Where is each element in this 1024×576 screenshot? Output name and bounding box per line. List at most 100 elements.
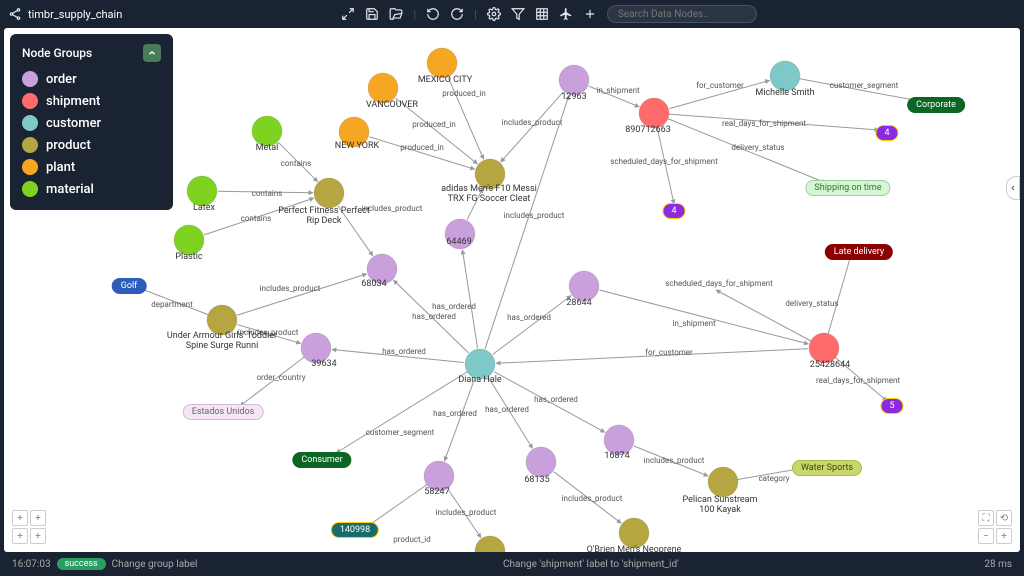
edge-label: contains bbox=[252, 189, 283, 198]
graph-node[interactable] bbox=[314, 178, 344, 208]
value-badge: 4 bbox=[662, 203, 685, 219]
node-label: Perfect Fitness Perfect bbox=[278, 206, 370, 216]
graph-node[interactable] bbox=[187, 176, 217, 206]
graph-node[interactable] bbox=[475, 536, 505, 552]
legend-item[interactable]: shipment bbox=[22, 90, 161, 112]
value-badge: Late delivery bbox=[825, 244, 893, 260]
open-icon[interactable] bbox=[389, 7, 403, 21]
fit-button[interactable]: ⛶ bbox=[978, 510, 994, 526]
edge-label: category bbox=[758, 474, 789, 483]
edge-label: includes_product bbox=[644, 456, 705, 465]
edge-label: has_ordered bbox=[432, 302, 476, 311]
legend-dot bbox=[22, 181, 38, 197]
graph-node[interactable] bbox=[569, 271, 599, 301]
grid-icon[interactable] bbox=[535, 7, 549, 21]
value-badge: 5 bbox=[880, 398, 903, 414]
graph-edge bbox=[501, 92, 564, 162]
node-label: 39634 bbox=[311, 359, 336, 369]
graph-node[interactable] bbox=[559, 65, 589, 95]
edge-label: produced_in bbox=[400, 143, 444, 152]
legend-label: shipment bbox=[46, 94, 100, 109]
value-badge: Corporate bbox=[907, 97, 965, 113]
plus-icon[interactable] bbox=[583, 7, 597, 21]
zoom-out-button[interactable]: − bbox=[978, 528, 994, 544]
value-badge: Consumer bbox=[292, 452, 351, 468]
status-badge: success bbox=[57, 558, 106, 570]
node-label: Plastic bbox=[175, 252, 203, 262]
graph-node[interactable] bbox=[770, 61, 800, 91]
edge-label: for_customer bbox=[696, 81, 744, 90]
edge-label: real_days_for_shipment bbox=[816, 376, 900, 385]
graph-node[interactable] bbox=[368, 73, 398, 103]
legend-item[interactable]: order bbox=[22, 68, 161, 90]
chevron-up-icon bbox=[147, 48, 157, 58]
value-badge: Water Sports bbox=[792, 460, 862, 476]
edge-label: has_ordered bbox=[534, 395, 578, 404]
search-input[interactable] bbox=[607, 5, 757, 23]
status-ms: 28 ms bbox=[984, 559, 1012, 570]
legend-item[interactable]: material bbox=[22, 178, 161, 200]
node-label: 58247 bbox=[424, 487, 449, 497]
edge-label: has_ordered bbox=[507, 313, 551, 322]
node-label: VANCOUVER bbox=[366, 100, 418, 110]
graph-node[interactable] bbox=[252, 116, 282, 146]
legend-panel: Node Groups ordershipmentcustomerproduct… bbox=[10, 34, 173, 210]
node-label: Michelle Smith bbox=[755, 88, 814, 98]
graph-edge bbox=[237, 274, 367, 315]
node-label: adidas Men's F10 Messi bbox=[441, 184, 537, 194]
legend-dot bbox=[22, 137, 38, 153]
legend-item[interactable]: product bbox=[22, 134, 161, 156]
graph-edge bbox=[369, 137, 474, 170]
node-label: NEW YORK bbox=[335, 141, 380, 151]
edge-label: includes_product bbox=[562, 494, 623, 503]
legend-item[interactable]: customer bbox=[22, 112, 161, 134]
graph-node[interactable] bbox=[708, 467, 738, 497]
share-icon[interactable] bbox=[8, 7, 22, 21]
graph-node[interactable] bbox=[619, 518, 649, 548]
side-panel-toggle[interactable] bbox=[1006, 176, 1020, 200]
legend-dot bbox=[22, 159, 38, 175]
value-badge: 140998 bbox=[331, 522, 379, 538]
gear-icon[interactable] bbox=[487, 7, 501, 21]
filter-icon[interactable] bbox=[511, 7, 525, 21]
node-label: Latex bbox=[193, 203, 215, 213]
legend-label: product bbox=[46, 138, 91, 153]
status-center: Change 'shipment' label to 'shipment_id' bbox=[503, 559, 679, 570]
legend-item[interactable]: plant bbox=[22, 156, 161, 178]
legend-collapse-button[interactable] bbox=[143, 44, 161, 62]
expand-icon[interactable] bbox=[341, 7, 355, 21]
graph-node[interactable] bbox=[639, 98, 669, 128]
legend-label: order bbox=[46, 72, 77, 87]
edge-label: contains bbox=[281, 159, 312, 168]
plane-icon[interactable] bbox=[559, 7, 573, 21]
node-label: Pelican Sunstream bbox=[683, 495, 758, 505]
graph-node[interactable] bbox=[526, 447, 556, 477]
save-icon[interactable] bbox=[365, 7, 379, 21]
reset-button[interactable]: ⟲ bbox=[996, 510, 1012, 526]
value-badge: 4 bbox=[875, 125, 898, 141]
edge-label: has_ordered bbox=[382, 347, 426, 356]
edge-label: scheduled_days_for_shipment bbox=[665, 279, 773, 288]
pan-down-button[interactable]: + bbox=[12, 528, 28, 544]
edge-label: delivery_status bbox=[785, 299, 838, 308]
edge-label: includes_product bbox=[362, 204, 423, 213]
node-label: 68034 bbox=[361, 279, 386, 289]
undo-icon[interactable] bbox=[426, 7, 440, 21]
pan-up-button[interactable]: + bbox=[12, 510, 28, 526]
value-badge: Estados Unidos bbox=[183, 404, 264, 420]
pan-right-button[interactable]: + bbox=[30, 528, 46, 544]
edge-label: for_customer bbox=[645, 348, 693, 357]
redo-icon[interactable] bbox=[450, 7, 464, 21]
edge-label: includes_product bbox=[504, 211, 565, 220]
edge-label: customer_segment bbox=[366, 428, 435, 437]
edge-label: includes_product bbox=[260, 284, 321, 293]
zoom-in-button[interactable]: + bbox=[996, 528, 1012, 544]
graph-node[interactable] bbox=[174, 225, 204, 255]
node-label: Metal bbox=[256, 143, 279, 153]
graph-canvas[interactable]: Node Groups ordershipmentcustomerproduct… bbox=[4, 28, 1020, 552]
graph-node[interactable] bbox=[809, 333, 839, 363]
graph-node[interactable] bbox=[427, 48, 457, 78]
edge-label: in_shipment bbox=[672, 319, 716, 328]
pan-left-button[interactable]: + bbox=[30, 510, 46, 526]
statusbar: 16:07:03 success Change group label Chan… bbox=[0, 552, 1024, 576]
